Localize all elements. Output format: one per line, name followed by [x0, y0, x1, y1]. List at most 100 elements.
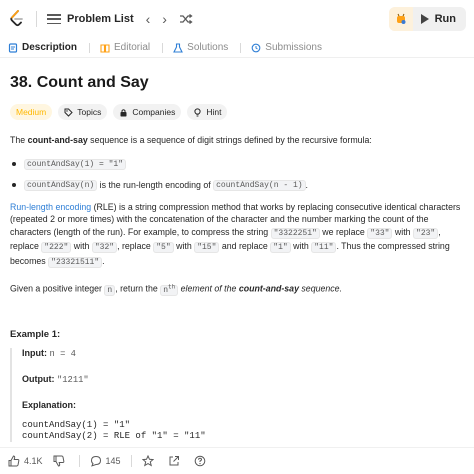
example-output: Output: "1211": [22, 374, 466, 385]
text: with: [173, 241, 195, 251]
like-button[interactable]: 4.1K: [8, 455, 43, 467]
tab-editorial[interactable]: Editorial: [100, 42, 150, 53]
leetcode-logo-icon[interactable]: [8, 9, 26, 29]
tab-solutions[interactable]: Solutions: [173, 42, 228, 53]
star-icon: [141, 455, 154, 467]
help-icon: [194, 455, 206, 467]
example-title: Example 1:: [10, 329, 61, 341]
divider: [78, 455, 80, 467]
run-button[interactable]: Run: [413, 13, 466, 25]
output-label: Output:: [22, 374, 55, 385]
rle-link[interactable]: Run-length encoding: [10, 202, 91, 212]
input-value: n = 4: [49, 349, 76, 360]
tag-icon: [64, 108, 73, 117]
tab-solutions-label: Solutions: [187, 42, 229, 53]
companies-label: Companies: [132, 107, 176, 117]
hint-chip[interactable]: Hint: [187, 104, 228, 120]
inline-code: "23321511": [48, 256, 103, 268]
inline-code: countAndSay(n): [24, 179, 98, 191]
thumbs-up-icon: [8, 455, 20, 467]
top-bar: Problem List ‹ › Run: [0, 0, 474, 38]
favorite-button[interactable]: [141, 455, 158, 467]
share-icon: [168, 455, 180, 467]
comments-button[interactable]: 145: [90, 455, 121, 467]
debug-button[interactable]: [388, 7, 413, 31]
explanation-code-line: countAndSay(2) = RLE of "1" = "11": [22, 431, 206, 442]
divider: [36, 11, 37, 27]
bullet-dot: [12, 162, 16, 166]
description-icon: [8, 42, 18, 53]
problem-list-button[interactable]: Problem List: [67, 13, 134, 25]
companies-chip[interactable]: Companies: [113, 104, 182, 120]
text: Given a positive integer: [10, 283, 105, 294]
italic-text: element of the: [178, 283, 239, 294]
lock-icon: [119, 108, 128, 117]
inline-code: "15": [194, 242, 220, 253]
inline-code: "5": [153, 242, 174, 253]
text: The: [10, 135, 28, 145]
italic-text: sequence.: [298, 283, 343, 294]
text: , return the: [115, 283, 161, 294]
run-label: Run: [434, 13, 456, 25]
shuffle-icon[interactable]: [179, 12, 193, 26]
solutions-icon: [173, 42, 184, 53]
explanation-code-line: countAndSay(1) = "1": [22, 420, 131, 431]
superscript: th: [168, 283, 176, 290]
bullet-dot: [12, 183, 16, 187]
lightbulb-icon: [193, 107, 202, 117]
inline-code: "1": [270, 242, 291, 253]
intro-paragraph: The count-and-say sequence is a sequence…: [10, 134, 466, 147]
thumbs-down-icon: [53, 455, 65, 467]
inline-code: "222": [41, 242, 72, 253]
list-item: countAndSay(n) is the run-length encodin…: [10, 179, 466, 191]
inline-code: "11": [311, 242, 337, 253]
comment-count: 145: [105, 456, 121, 466]
text: and replace: [219, 241, 271, 251]
tab-description[interactable]: Description: [8, 42, 77, 53]
list-item: countAndSay(1) = "1": [10, 158, 466, 170]
tab-submissions-label: Submissions: [265, 42, 322, 53]
inline-code: n: [104, 284, 116, 296]
inline-code: "33": [367, 227, 393, 239]
topics-chip[interactable]: Topics: [58, 104, 108, 120]
like-count: 4.1K: [24, 456, 43, 466]
text: we replace: [319, 226, 368, 237]
bold-term: count-and-say: [238, 283, 299, 294]
panel-tabs: Description Editorial Solutions Submissi…: [0, 38, 474, 58]
text: .: [102, 255, 105, 266]
rle-paragraph: Run-length encoding (RLE) is a string co…: [10, 201, 466, 270]
text: .: [305, 180, 308, 190]
problem-description: 38. Count and Say Medium Topics Companie…: [10, 58, 466, 443]
inline-code: "3322251": [270, 227, 320, 239]
problem-list-icon[interactable]: [47, 12, 61, 26]
text: is the run-length encoding of: [97, 180, 214, 190]
next-problem-button[interactable]: ›: [162, 12, 167, 26]
topics-label: Topics: [77, 107, 102, 117]
tab-submissions[interactable]: Submissions: [251, 42, 322, 53]
prev-problem-button[interactable]: ‹: [146, 12, 151, 26]
input-label: Input:: [22, 348, 47, 359]
example-explanation: Explanation:: [22, 400, 466, 410]
text: with: [71, 241, 92, 251]
debug-icon: [396, 13, 406, 24]
hint-label: Hint: [206, 107, 222, 117]
share-button[interactable]: [168, 455, 184, 467]
inline-code: countAndSay(n - 1): [213, 179, 306, 191]
inline-code: "23": [413, 227, 439, 239]
text: , replace: [117, 241, 154, 251]
tab-editorial-label: Editorial: [114, 42, 151, 53]
submissions-icon: [251, 43, 261, 53]
divider: [162, 42, 164, 53]
run-group: Run: [388, 7, 466, 31]
text: sequence is a sequence of digit strings …: [87, 135, 372, 145]
dislike-button[interactable]: [53, 455, 69, 467]
problem-tags: Medium Topics Companies Hint: [10, 104, 466, 120]
inline-code: "32": [91, 242, 118, 253]
tab-description-label: Description: [22, 42, 78, 53]
text: with: [290, 241, 312, 251]
bottom-action-bar: 4.1K 145: [0, 447, 474, 474]
divider: [89, 42, 91, 53]
divider: [130, 455, 132, 467]
play-icon: [420, 14, 429, 24]
help-button[interactable]: [194, 455, 210, 467]
